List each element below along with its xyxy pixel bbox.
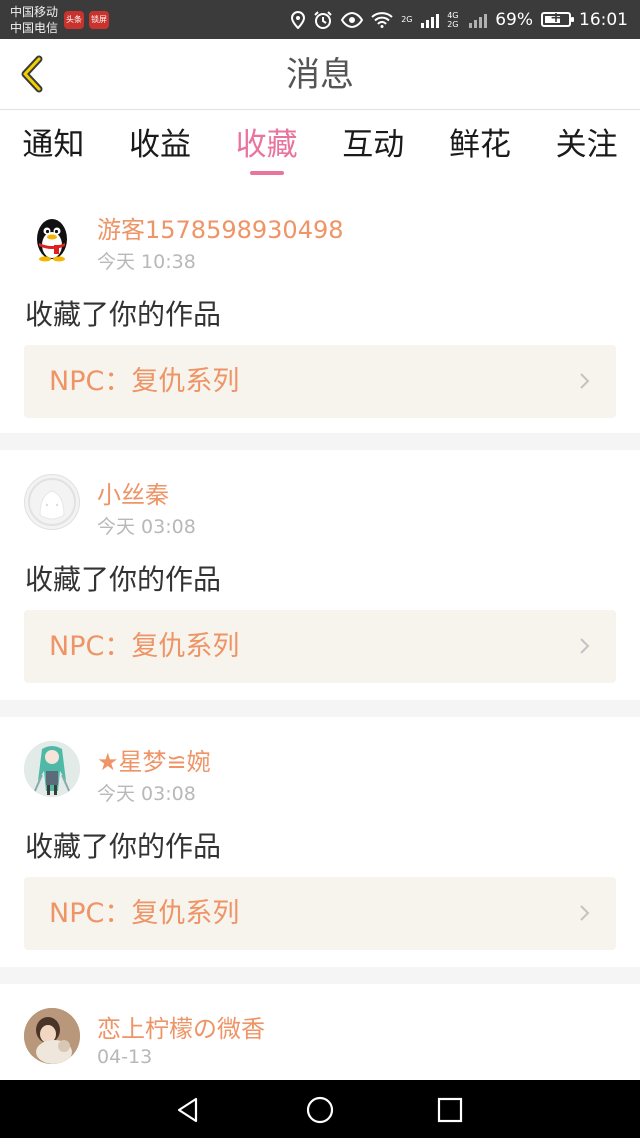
anime-avatar[interactable] <box>24 741 80 797</box>
timestamp: 今天 03:08 <box>97 783 196 805</box>
message-list: 游客1578598930498 今天 10:38 收藏了你的作品 NPC：复仇系… <box>0 185 640 1068</box>
clock: 16:01 <box>579 9 628 30</box>
signal-icon <box>421 12 440 28</box>
battery-percent: 69% <box>495 9 533 30</box>
location-icon <box>291 10 306 29</box>
lock-app-icon: 锁屏 <box>89 11 109 29</box>
carrier-2: 中国电信 <box>10 21 59 35</box>
work-link[interactable]: NPC：复仇系列 <box>24 877 616 950</box>
list-item: 游客1578598930498 今天 10:38 收藏了你的作品 NPC：复仇系… <box>0 185 640 433</box>
active-tab-indicator <box>249 171 284 175</box>
action-text: 收藏了你的作品 <box>25 830 222 863</box>
chevron-right-icon <box>580 373 590 389</box>
wifi-icon <box>371 11 393 28</box>
status-icons: 2G 4G 2G 69% + 16:01 <box>291 0 628 39</box>
tab-earnings[interactable]: 收益 <box>110 110 210 185</box>
navigation-bar <box>0 1080 640 1138</box>
list-item: ★星梦≌婉 今天 03:08 收藏了你的作品 NPC：复仇系列 <box>0 717 640 967</box>
tab-following[interactable]: 关注 <box>537 110 637 185</box>
username[interactable]: 恋上柠檬の微香 <box>97 1009 265 1044</box>
eye-icon <box>341 11 364 28</box>
work-link[interactable]: NPC：复仇系列 <box>24 345 616 418</box>
work-title: NPC：复仇系列 <box>49 366 240 397</box>
network-type-1: 2G <box>401 14 413 24</box>
separator <box>0 433 640 450</box>
work-link[interactable]: NPC：复仇系列 <box>24 610 616 683</box>
status-bar: 中国移动 中国电信 头条 锁屏 2G 4G 2G 69% + 16:01 <box>0 0 640 39</box>
home-circle-icon[interactable] <box>304 1094 336 1126</box>
recents-square-icon[interactable] <box>434 1094 466 1126</box>
charging-icon: + <box>550 10 562 26</box>
separator <box>0 967 640 984</box>
username[interactable]: 游客1578598930498 <box>97 210 344 245</box>
carrier-1: 中国移动 <box>10 5 59 19</box>
header: 消息 <box>0 39 640 110</box>
photo-avatar[interactable] <box>24 1008 80 1064</box>
separator <box>0 700 640 717</box>
alarm-icon <box>314 10 332 29</box>
timestamp: 今天 03:08 <box>97 516 196 538</box>
chevron-right-icon <box>580 905 590 921</box>
network-type-dual: 4G 2G <box>447 11 461 29</box>
tab-flowers[interactable]: 鲜花 <box>430 110 530 185</box>
timestamp: 今天 10:38 <box>97 251 196 273</box>
chevron-left-icon[interactable] <box>10 49 60 99</box>
carrier-info: 中国移动 中国电信 <box>10 4 58 36</box>
chevron-right-icon <box>580 638 590 654</box>
username[interactable]: ★星梦≌婉 <box>97 742 211 777</box>
tab-favorites[interactable]: 收藏 <box>217 110 317 185</box>
tab-interactions[interactable]: 互动 <box>323 110 423 185</box>
tab-notifications[interactable]: 通知 <box>3 110 103 185</box>
username[interactable]: 小丝秦 <box>97 475 169 510</box>
battery-icon: + <box>541 10 574 27</box>
work-title: NPC：复仇系列 <box>49 631 240 662</box>
back-triangle-icon[interactable] <box>172 1094 204 1126</box>
action-text: 收藏了你的作品 <box>25 298 222 331</box>
network-type-2: 4G <box>447 10 459 20</box>
action-text: 收藏了你的作品 <box>25 563 222 596</box>
network-type-3: 2G <box>447 19 459 29</box>
signal-icon-2 <box>469 12 488 28</box>
timestamp: 04-13 <box>97 1046 153 1068</box>
tab-favorites-label: 收藏 <box>235 127 298 163</box>
list-item: 小丝秦 今天 03:08 收藏了你的作品 NPC：复仇系列 <box>0 450 640 700</box>
default-avatar[interactable] <box>24 474 80 530</box>
qq-penguin-avatar[interactable] <box>24 209 80 265</box>
tab-bar: 通知 收益 收藏 互动 鲜花 关注 <box>0 110 640 185</box>
toutiao-app-icon: 头条 <box>64 11 84 29</box>
work-title: NPC：复仇系列 <box>49 898 240 929</box>
page-title: 消息 <box>286 55 354 95</box>
list-item: 恋上柠檬の微香 04-13 <box>0 984 640 1068</box>
